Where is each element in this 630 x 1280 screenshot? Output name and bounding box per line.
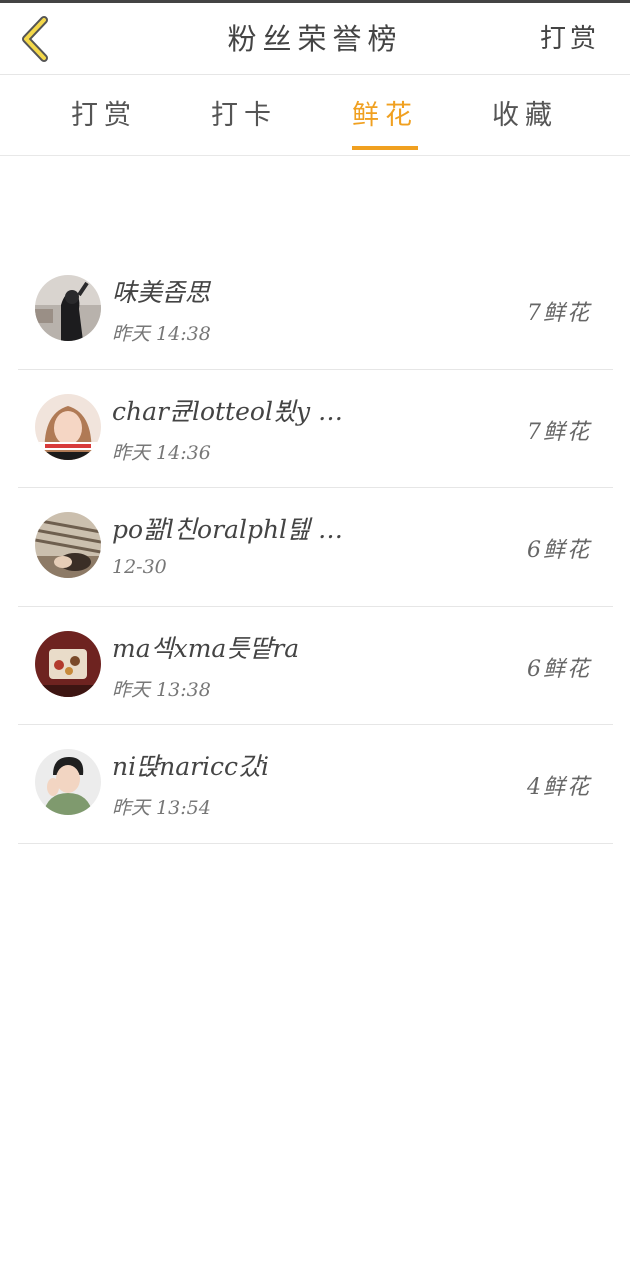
fan-name: 味美좁思 <box>112 278 211 307</box>
header-bar: 粉丝荣誉榜 打赏 <box>0 3 630 75</box>
reward-button[interactable]: 打赏 <box>540 3 600 75</box>
avatar <box>35 749 101 815</box>
avatar <box>35 393 101 460</box>
fan-name: ni땭naricc갔i <box>112 752 270 781</box>
list-item[interactable]: char큔lotteol뵜y … 昨天 14:36 7鲜花 <box>18 370 613 488</box>
list-item[interactable]: ma섹xma틋떁ra 昨天 13:38 6鲜花 <box>18 607 613 725</box>
avatar <box>35 512 101 578</box>
fan-time: 昨天 13:54 <box>112 797 211 819</box>
flower-count: 4鲜花 <box>527 775 591 800</box>
tab-checkin[interactable]: 打卡 <box>174 76 314 156</box>
fan-time: 昨天 14:38 <box>112 323 211 345</box>
fan-time: 昨天 14:36 <box>112 441 211 464</box>
active-tab-indicator <box>352 146 418 150</box>
flower-count: 7鲜花 <box>527 419 591 445</box>
avatar <box>35 275 101 341</box>
list-item[interactable]: 味美좁思 昨天 14:38 7鲜花 <box>18 251 613 370</box>
tab-reward[interactable]: 打赏 <box>34 76 174 156</box>
flower-count: 6鲜花 <box>527 538 591 563</box>
fan-list: 味美좁思 昨天 14:38 7鲜花 char큔lotteol뵜y … 昨天 14… <box>18 251 613 844</box>
tab-bar: 打赏 打卡 鲜花 收藏 <box>0 76 630 156</box>
flower-count: 6鲜花 <box>527 656 591 682</box>
list-item[interactable]: po꽒l친oralphl텚 … 12-30 6鲜花 <box>18 488 613 607</box>
fan-name: po꽒l친oralphl텚 … <box>112 515 343 544</box>
fan-name: char큔lotteol뵜y … <box>112 396 344 426</box>
list-item[interactable]: ni땭naricc갔i 昨天 13:54 4鲜花 <box>18 725 613 844</box>
fan-time: 昨天 13:38 <box>112 678 211 701</box>
avatar <box>35 630 101 697</box>
tab-favorites[interactable]: 收藏 <box>455 76 595 156</box>
page-title: 粉丝荣誉榜 <box>227 22 403 56</box>
tab-flowers[interactable]: 鲜花 <box>315 76 455 156</box>
fan-time: 12-30 <box>112 556 167 578</box>
fan-name: ma섹xma틋떁ra <box>112 633 300 663</box>
flower-count: 7鲜花 <box>527 301 591 326</box>
